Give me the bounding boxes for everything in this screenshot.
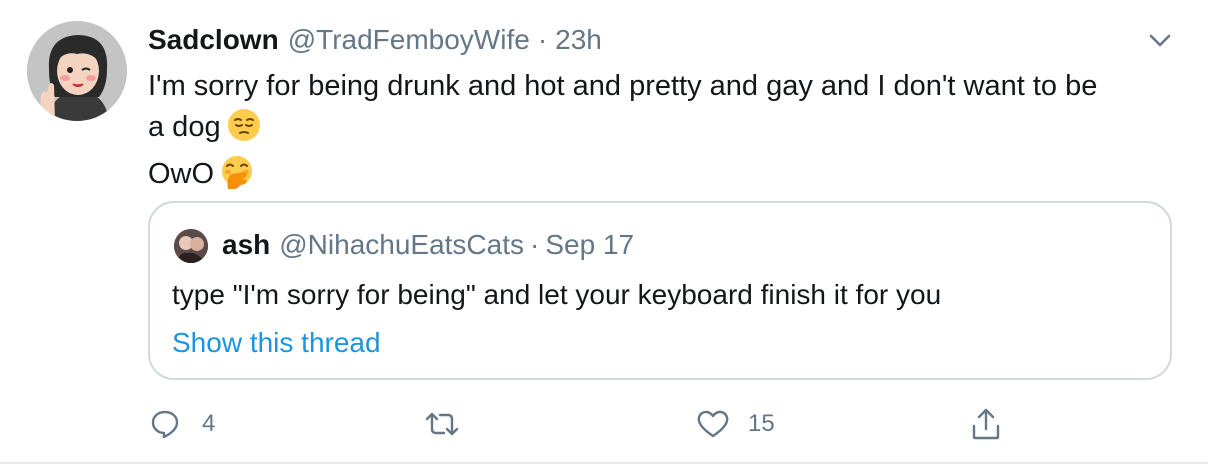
like-icon	[696, 409, 730, 439]
separator-dot: ·	[530, 229, 540, 260]
chevron-down-icon[interactable]	[1146, 26, 1174, 54]
tweet-header: Sadclown @TradFemboyWife · 23h	[148, 24, 602, 60]
separator-dot: ·	[537, 24, 548, 55]
tweet[interactable]: Sadclown @TradFemboyWife · 23h I'm sorry…	[0, 0, 1208, 466]
reply-button[interactable]: 4	[150, 404, 215, 444]
reply-icon	[150, 409, 180, 439]
tweet-text-line: a dog	[148, 107, 1178, 154]
pensive-face-icon	[227, 108, 261, 154]
face-with-hand-over-mouth-icon	[220, 155, 254, 201]
quoted-tweet-header: ash @NihachuEatsCats · Sep 17	[222, 229, 634, 265]
quoted-user-handle[interactable]: @NihachuEatsCats	[279, 229, 524, 261]
quoted-tweet[interactable]: ash @NihachuEatsCats · Sep 17 type "I'm …	[148, 201, 1172, 380]
tweet-text-fragment: OwO	[148, 158, 215, 190]
user-handle[interactable]: @TradFemboyWife	[288, 24, 530, 56]
quoted-display-name[interactable]: ash	[222, 229, 270, 261]
tweet-text-line: I'm sorry for being drunk and hot and pr…	[148, 70, 1098, 102]
like-button[interactable]: 15	[696, 404, 775, 444]
tweet-text-fragment: a dog	[148, 111, 221, 143]
share-button[interactable]	[970, 404, 1002, 444]
quoted-tweet-text: type "I'm sorry for being" and let your …	[172, 279, 942, 310]
like-count: 15	[748, 410, 775, 437]
tweet-text: I'm sorry for being drunk and hot and pr…	[148, 66, 1178, 201]
reply-count: 4	[202, 410, 216, 437]
retweet-button[interactable]	[424, 404, 480, 444]
divider	[0, 462, 1208, 464]
quoted-avatar[interactable]	[174, 229, 208, 263]
display-name[interactable]: Sadclown	[148, 24, 279, 56]
avatar[interactable]	[27, 21, 127, 121]
show-thread-link[interactable]: Show this thread	[172, 327, 381, 359]
timestamp[interactable]: 23h	[555, 24, 602, 56]
retweet-icon	[424, 409, 460, 439]
quoted-timestamp[interactable]: Sep 17	[545, 229, 634, 261]
share-icon	[970, 407, 1002, 441]
tweet-actions: 4 15	[148, 404, 1208, 444]
tweet-text-line: OwO	[148, 154, 1178, 201]
avatar-image	[27, 21, 127, 121]
quoted-avatar-image	[174, 229, 208, 263]
